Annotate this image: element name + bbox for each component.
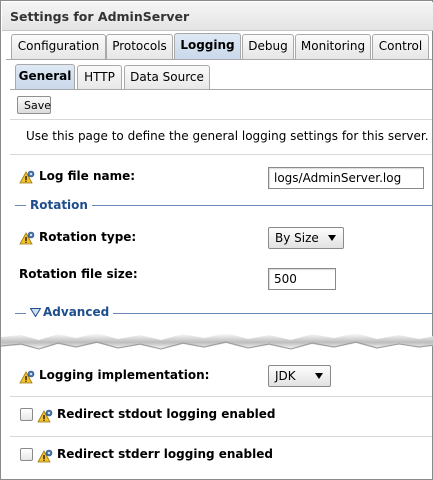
rotation-size-input[interactable]: 500 (268, 268, 336, 290)
log-file-label: Log file name: (39, 169, 136, 183)
restart-required-icon (19, 370, 35, 384)
divider (10, 396, 432, 397)
window-title: Settings for AdminServer (10, 9, 190, 24)
settings-panel: Settings for AdminServer Configuration P… (0, 0, 433, 480)
redirect-stderr-checkbox[interactable] (20, 448, 33, 461)
divider (10, 154, 432, 155)
save-button[interactable]: Save (17, 96, 51, 114)
rotation-section-title: Rotation (26, 198, 92, 212)
tab-protocols[interactable]: Protocols (106, 34, 173, 59)
rotation-type-label: Rotation type: (39, 230, 137, 244)
log-file-input[interactable]: logs/AdminServer.log (268, 167, 424, 189)
page-description: Use this page to define the general logg… (26, 129, 429, 143)
subtab-divider (10, 89, 432, 90)
redirect-stderr-label: Redirect stderr logging enabled (57, 447, 273, 461)
tab-configuration[interactable]: Configuration (11, 34, 106, 59)
tab-divider (6, 59, 432, 60)
subtab-data-source[interactable]: Data Source (124, 65, 210, 89)
subtab-general[interactable]: General (15, 64, 75, 90)
divider (10, 436, 432, 437)
restart-required-icon (19, 231, 35, 245)
redirect-stdout-checkbox[interactable] (20, 408, 33, 421)
tab-control[interactable]: Control (372, 34, 429, 59)
divider (10, 119, 432, 120)
logging-impl-select[interactable]: JDK (268, 365, 331, 387)
tab-debug[interactable]: Debug (242, 34, 294, 59)
restart-required-icon (19, 170, 35, 184)
caret-down-icon (315, 373, 323, 379)
rotation-type-value: By Size (275, 231, 319, 245)
tab-monitoring[interactable]: Monitoring (295, 34, 371, 59)
triangle-down-icon (29, 308, 42, 318)
restart-required-icon (37, 449, 53, 463)
logging-impl-label: Logging implementation: (39, 368, 210, 382)
subtab-http[interactable]: HTTP (77, 65, 122, 89)
rotation-size-label: Rotation file size: (19, 267, 138, 281)
title-bar: Settings for AdminServer (2, 2, 433, 31)
tab-logging[interactable]: Logging (174, 33, 241, 60)
rotation-type-select[interactable]: By Size (268, 227, 344, 249)
torn-edge-divider (1, 333, 433, 350)
advanced-toggle[interactable]: Advanced (26, 305, 114, 319)
caret-down-icon (328, 235, 336, 241)
redirect-stdout-label: Redirect stdout logging enabled (57, 407, 276, 421)
advanced-section-title: Advanced (43, 305, 110, 319)
logging-impl-value: JDK (275, 369, 296, 383)
restart-required-icon (37, 409, 53, 423)
